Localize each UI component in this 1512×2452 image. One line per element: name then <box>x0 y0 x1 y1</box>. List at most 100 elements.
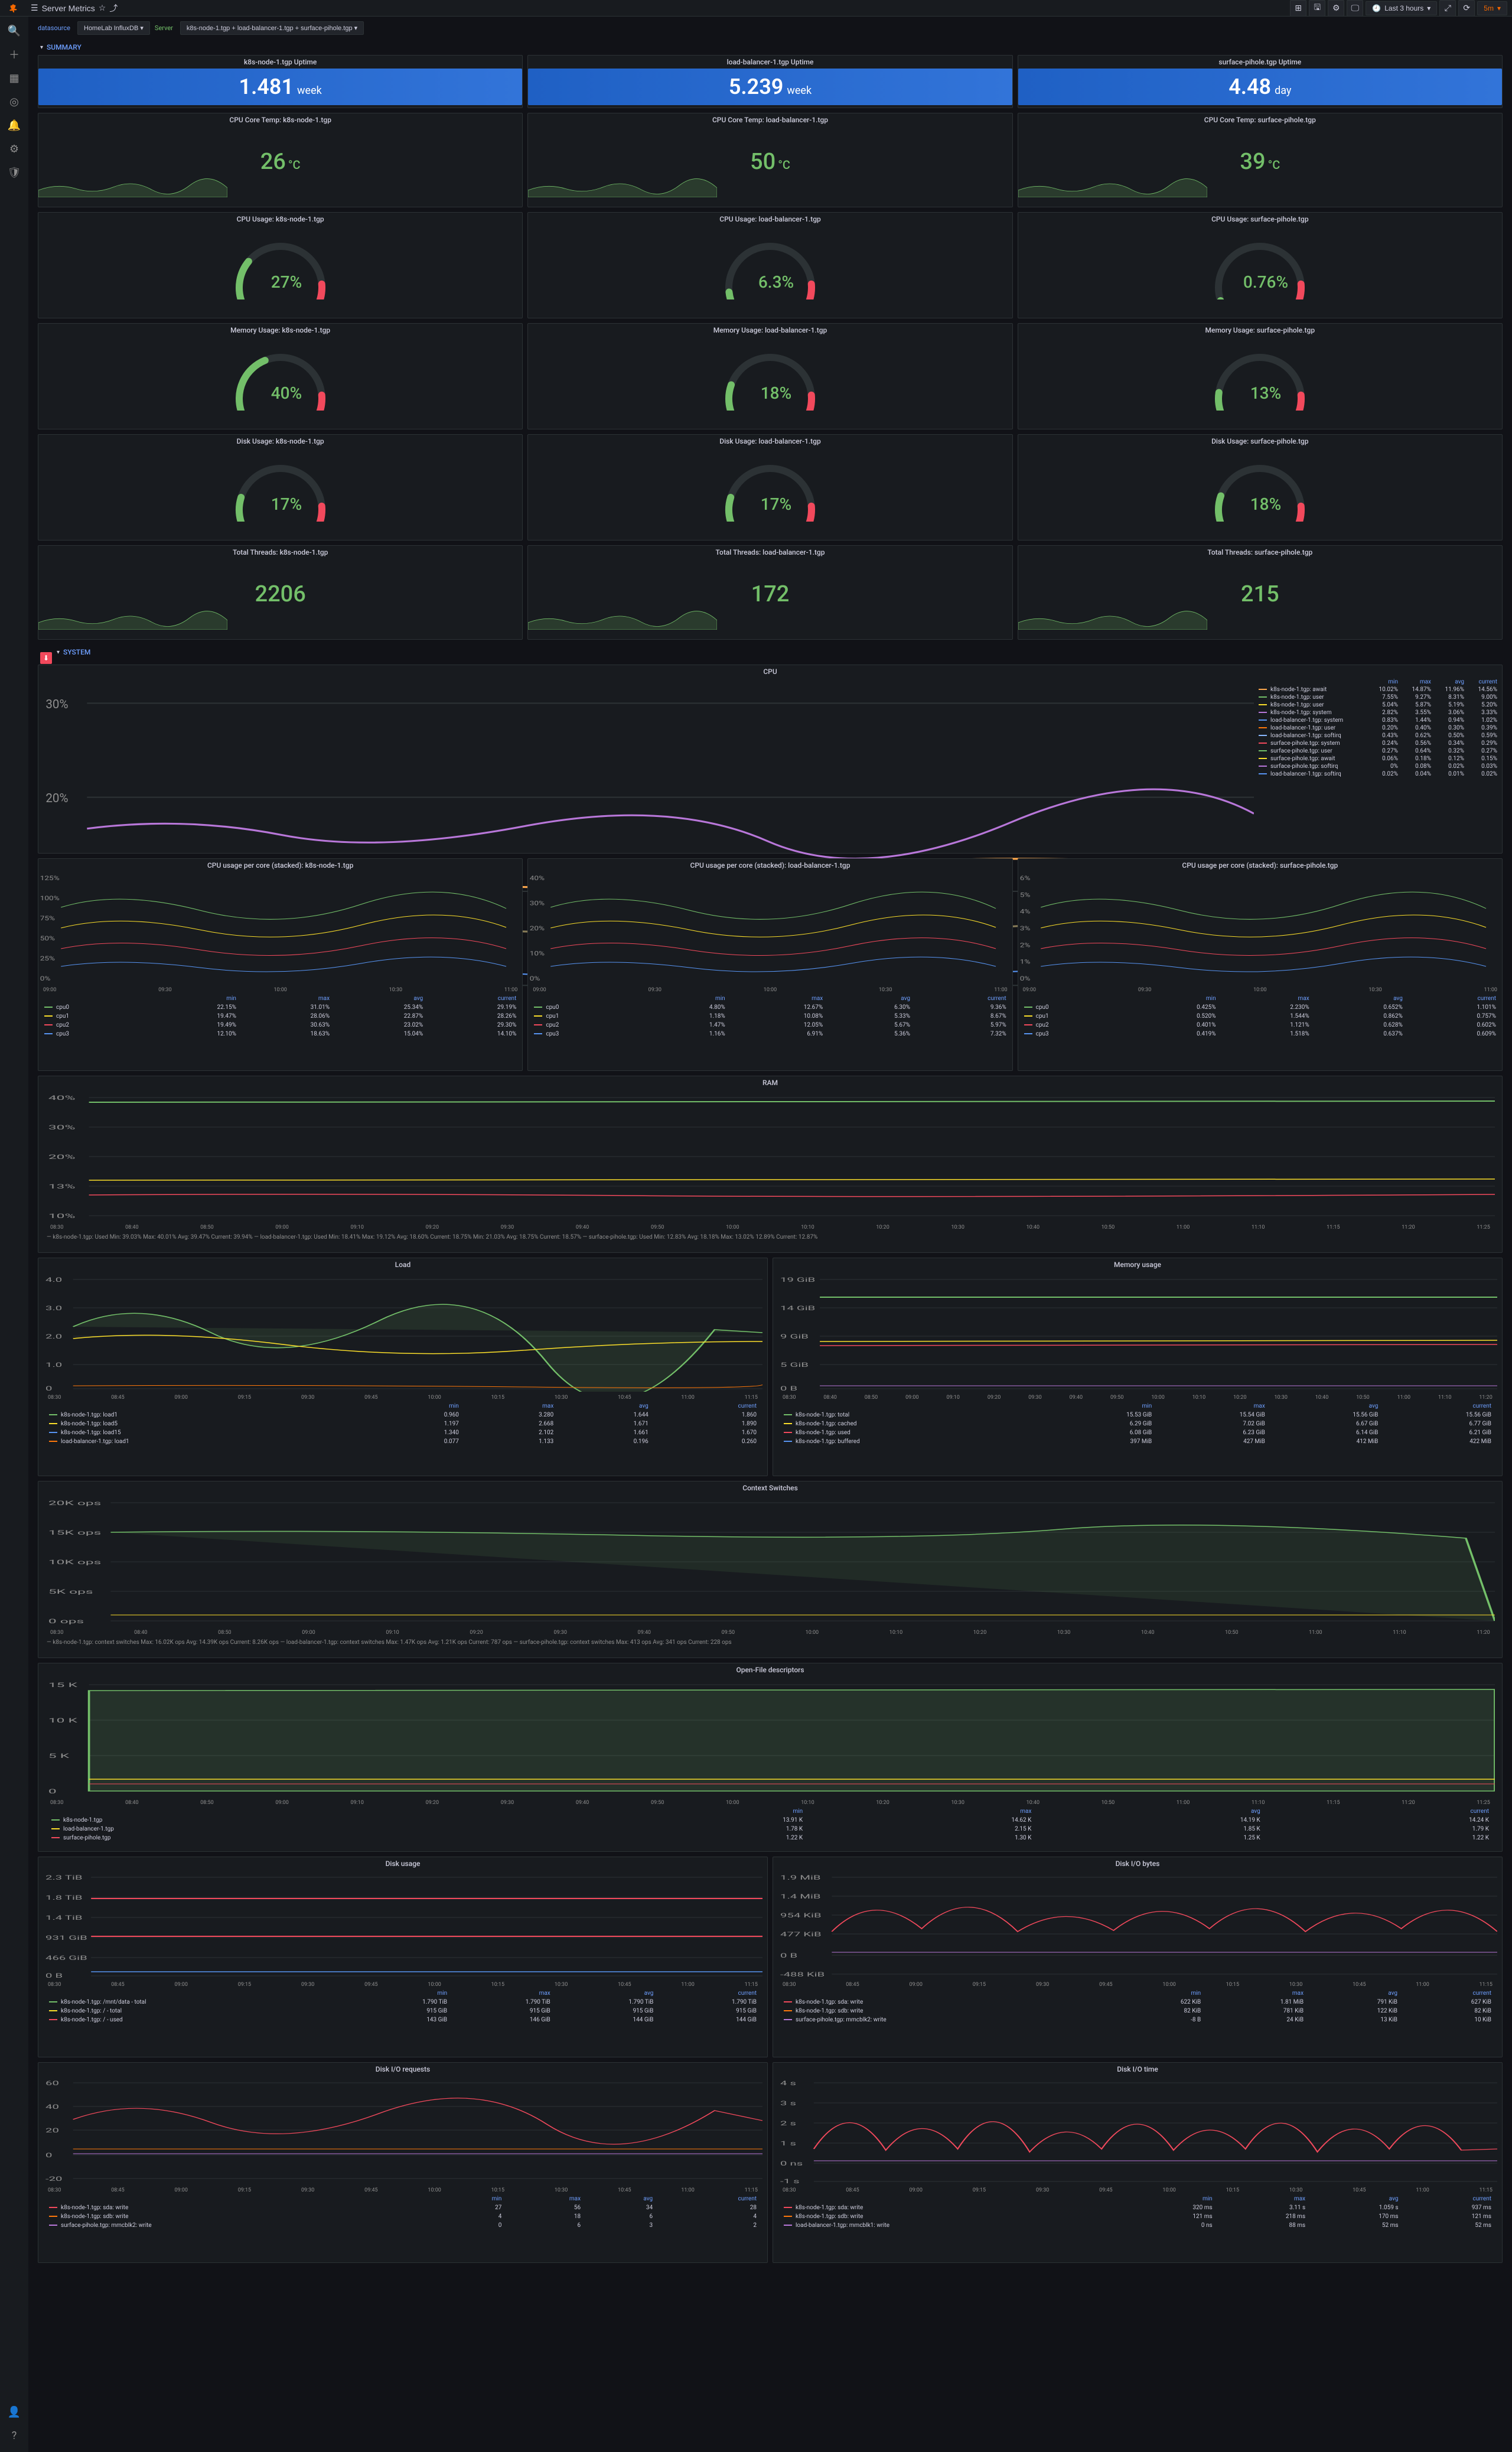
legend-item[interactable]: k8s-node-1.tgp: system2.82%3.55%3.06%3.3… <box>1254 709 1502 717</box>
legend-item[interactable]: load-balancer-1.tgp: system0.83%1.44%0.9… <box>1254 717 1502 724</box>
panel-cpu-per-core[interactable]: CPU usage per core (stacked): surface-pi… <box>1018 858 1503 1071</box>
legend-item[interactable]: cpu312.10%18.63%15.04%14.10% <box>38 1030 522 1038</box>
legend-item[interactable]: cpu30.419%1.518%0.637%0.609% <box>1018 1030 1502 1038</box>
legend-item[interactable]: cpu11.18%10.08%5.33%8.67% <box>528 1012 1012 1021</box>
panel-disk-io-time[interactable]: Disk I/O time 4 s 3 s 2 s 1 s 0 ns -1 s … <box>773 2062 1503 2263</box>
panel-cpu-usage-gauge[interactable]: CPU Usage: surface-pihole.tgp 0.76% <box>1018 212 1503 318</box>
legend-item[interactable]: cpu219.49%30.63%23.02%29.30% <box>38 1021 522 1030</box>
panel-open-fd[interactable]: Open-File descriptors 15 K 10 K 5 K 0 08… <box>38 1663 1503 1852</box>
add-panel-button[interactable]: ⊞ <box>1290 0 1306 17</box>
settings-button[interactable]: ⚙ <box>1328 0 1344 17</box>
legend-item[interactable]: load-balancer-1.tgp: load10.0771.1330.19… <box>43 1437 762 1446</box>
legend-item[interactable]: surface-pihole.tgp: await0.06%0.18%0.12%… <box>1254 755 1502 763</box>
legend-item[interactable]: cpu31.16%6.91%5.36%7.32% <box>528 1030 1012 1038</box>
panel-memory-usage-gauge[interactable]: Memory Usage: surface-pihole.tgp 13% <box>1018 323 1503 429</box>
legend-item[interactable]: k8s-node-1.tgp: sdb: write121 ms218 ms17… <box>778 2212 1497 2221</box>
legend-item[interactable]: cpu022.15%31.01%25.34%29.19% <box>38 1003 522 1012</box>
legend-item[interactable]: cpu04.80%12.67%6.30%9.36% <box>528 1003 1012 1012</box>
refresh-button[interactable]: ⟳ <box>1458 0 1475 17</box>
legend-item[interactable]: surface-pihole.tgp: mmcblk2: write-8 B24… <box>778 2015 1497 2024</box>
legend-item[interactable]: surface-pihole.tgp: system0.24%0.56%0.34… <box>1254 740 1502 747</box>
panel-cpu-usage-gauge[interactable]: CPU Usage: k8s-node-1.tgp 27% <box>38 212 523 318</box>
dashboard-nav-toggle[interactable]: ☰ Server Metrics ☆ ⤴ <box>26 0 122 17</box>
panel-context-switches[interactable]: Context Switches 20K ops 15K ops 10K ops… <box>38 1481 1503 1658</box>
panel-cpu-temp[interactable]: CPU Core Temp: load-balancer-1.tgp 50°C <box>527 113 1012 207</box>
legend-item[interactable]: k8s-node-1.tgp: / - total915 GiB915 GiB9… <box>43 2007 762 2015</box>
star-icon[interactable]: ☆ <box>99 3 106 13</box>
panel-disk-usage-gauge[interactable]: Disk Usage: load-balancer-1.tgp 17% <box>527 434 1012 540</box>
time-range-picker[interactable]: 🕘 Last 3 hours ▾ <box>1366 1 1437 15</box>
legend-item[interactable]: cpu119.47%28.06%22.87%28.26% <box>38 1012 522 1021</box>
panel-memory-usage[interactable]: Memory usage 19 GiB 14 GiB 9 GiB 5 GiB 0… <box>773 1258 1503 1476</box>
panel-disk-usage[interactable]: Disk usage 2.3 TiB 1.8 TiB 1.4 TiB 931 G… <box>38 1857 768 2057</box>
legend-item[interactable]: surface-pihole.tgp: softirq0%0.08%0.02%0… <box>1254 763 1502 770</box>
legend-item[interactable]: k8s-node-1.tgp: sda: write622 KiB1.81 Mi… <box>778 1998 1497 2007</box>
row-system-toggle[interactable]: ⬇ ▾ SYSTEM <box>38 644 1503 660</box>
legend-item[interactable]: k8s-node-1.tgp: sda: write320 ms3.11 s1.… <box>778 2203 1497 2212</box>
zoom-out-button[interactable]: ⤢ <box>1439 0 1456 17</box>
legend-item[interactable]: k8s-node-1.tgp: user7.55%9.27%8.31%9.00% <box>1254 693 1502 701</box>
panel-disk-io-requests[interactable]: Disk I/O requests 60 40 20 0 -20 08:3008… <box>38 2062 768 2263</box>
profile-icon[interactable]: 👤 <box>5 2402 24 2421</box>
legend-item[interactable]: k8s-node-1.tgp: await10.02%14.87%11.96%1… <box>1254 686 1502 693</box>
panel-disk-usage-gauge[interactable]: Disk Usage: k8s-node-1.tgp 17% <box>38 434 523 540</box>
legend-item[interactable]: surface-pihole.tgp1.22 K1.30 K1.25 K1.22… <box>45 1834 1495 1842</box>
configuration-icon[interactable]: ⚙ <box>5 139 24 158</box>
panel-cpu-temp[interactable]: CPU Core Temp: surface-pihole.tgp 39°C <box>1018 113 1503 207</box>
panel-memory-usage-gauge[interactable]: Memory Usage: k8s-node-1.tgp 40% <box>38 323 523 429</box>
create-icon[interactable]: ＋ <box>5 45 24 64</box>
download-icon[interactable]: ⬇ <box>40 652 52 664</box>
panel-threads[interactable]: Total Threads: k8s-node-1.tgp 2206 <box>38 545 523 640</box>
legend-item[interactable]: surface-pihole.tgp: user0.27%0.64%0.32%0… <box>1254 747 1502 755</box>
dashboards-icon[interactable]: ▦ <box>5 69 24 87</box>
panel-load[interactable]: Load 4.0 3.0 2.0 1.0 0 08:3008:4509:0009… <box>38 1258 768 1476</box>
legend-item[interactable]: k8s-node-1.tgp: sdb: write82 KiB781 KiB1… <box>778 2007 1497 2015</box>
legend-item[interactable]: cpu21.47%12.05%5.67%5.97% <box>528 1021 1012 1030</box>
legend-item[interactable]: k8s-node-1.tgp: /mnt/data - total1.790 T… <box>43 1998 762 2007</box>
legend-item[interactable]: cpu10.520%1.544%0.862%0.757% <box>1018 1012 1502 1021</box>
panel-disk-io-bytes[interactable]: Disk I/O bytes 1.9 MiB 1.4 MiB 954 KiB 4… <box>773 1857 1503 2057</box>
panel-threads[interactable]: Total Threads: surface-pihole.tgp 215 <box>1018 545 1503 640</box>
panel-ram[interactable]: RAM 40% 30% 20% 13% 10% 08:3008:4008:500… <box>38 1076 1503 1253</box>
var-server-select[interactable]: k8s-node-1.tgp + load-balancer-1.tgp + s… <box>180 21 364 35</box>
legend-item[interactable]: k8s-node-1.tgp: / - used143 GiB146 GiB14… <box>43 2015 762 2024</box>
legend-item[interactable]: load-balancer-1.tgp: user0.20%0.40%0.30%… <box>1254 724 1502 732</box>
panel-cpu-per-core[interactable]: CPU usage per core (stacked): k8s-node-1… <box>38 858 523 1071</box>
legend-item[interactable]: k8s-node-1.tgp: total15.53 GiB15.54 GiB1… <box>778 1411 1497 1419</box>
panel-cpu-temp[interactable]: CPU Core Temp: k8s-node-1.tgp 26°C <box>38 113 523 207</box>
legend-item[interactable]: load-balancer-1.tgp: softirq0.43%0.62%0.… <box>1254 732 1502 740</box>
server-admin-icon[interactable]: 🛡 <box>5 163 24 182</box>
search-icon[interactable]: 🔍 <box>5 21 24 40</box>
var-datasource-select[interactable]: HomeLab InfluxDB ▾ <box>77 21 150 35</box>
legend-item[interactable]: k8s-node-1.tgp: buffered397 MiB427 MiB41… <box>778 1437 1497 1446</box>
panel-cpu-per-core[interactable]: CPU usage per core (stacked): load-balan… <box>527 858 1012 1071</box>
legend-item[interactable]: load-balancer-1.tgp1.78 K2.15 K1.85 K1.7… <box>45 1825 1495 1834</box>
legend-item[interactable]: k8s-node-1.tgp: user5.04%5.87%5.19%5.20% <box>1254 701 1502 709</box>
legend-item[interactable]: k8s-node-1.tgp: cached6.29 GiB7.02 GiB6.… <box>778 1419 1497 1428</box>
panel-uptime[interactable]: load-balancer-1.tgp Uptime 5.239week <box>527 55 1012 108</box>
legend-item[interactable]: k8s-node-1.tgp: load10.9603.2801.6441.86… <box>43 1411 762 1419</box>
explore-icon[interactable]: ◎ <box>5 92 24 111</box>
help-icon[interactable]: ? <box>5 2426 24 2445</box>
panel-uptime[interactable]: k8s-node-1.tgp Uptime 1.481week <box>38 55 523 108</box>
grafana-logo[interactable] <box>5 0 21 17</box>
legend-item[interactable]: k8s-node-1.tgp: load151.3402.1021.6611.6… <box>43 1428 762 1437</box>
legend-item[interactable]: k8s-node-1.tgp: used6.08 GiB6.23 GiB6.14… <box>778 1428 1497 1437</box>
legend-item[interactable]: k8s-node-1.tgp: load51.1972.6681.6711.89… <box>43 1419 762 1428</box>
panel-cpu[interactable]: CPU 30% 20% 10% 0% 08:3008:400 <box>38 665 1503 854</box>
alerting-icon[interactable]: 🔔 <box>5 116 24 135</box>
legend-item[interactable]: surface-pihole.tgp: mmcblk2: write0632 <box>43 2221 762 2230</box>
panel-disk-usage-gauge[interactable]: Disk Usage: surface-pihole.tgp 18% <box>1018 434 1503 540</box>
panel-uptime[interactable]: surface-pihole.tgp Uptime 4.48day <box>1018 55 1503 108</box>
legend-item[interactable]: load-balancer-1.tgp: softirq0.02%0.04%0.… <box>1254 770 1502 778</box>
tv-mode-button[interactable]: 🖵 <box>1347 0 1363 17</box>
legend-item[interactable]: k8s-node-1.tgp13.91 K14.62 K14.19 K14.24… <box>45 1816 1495 1825</box>
refresh-rate-picker[interactable]: 5m ▾ <box>1477 1 1507 15</box>
row-summary-toggle[interactable]: ▾ SUMMARY <box>38 40 1503 55</box>
legend-item[interactable]: k8s-node-1.tgp: sdb: write41864 <box>43 2212 762 2221</box>
panel-memory-usage-gauge[interactable]: Memory Usage: load-balancer-1.tgp 18% <box>527 323 1012 429</box>
panel-cpu-usage-gauge[interactable]: CPU Usage: load-balancer-1.tgp 6.3% <box>527 212 1012 318</box>
legend-item[interactable]: k8s-node-1.tgp: sda: write27563428 <box>43 2203 762 2212</box>
share-icon[interactable]: ⤴ <box>109 2 118 14</box>
legend-item[interactable]: load-balancer-1.tgp: mmcblk1: write0 ns8… <box>778 2221 1497 2230</box>
